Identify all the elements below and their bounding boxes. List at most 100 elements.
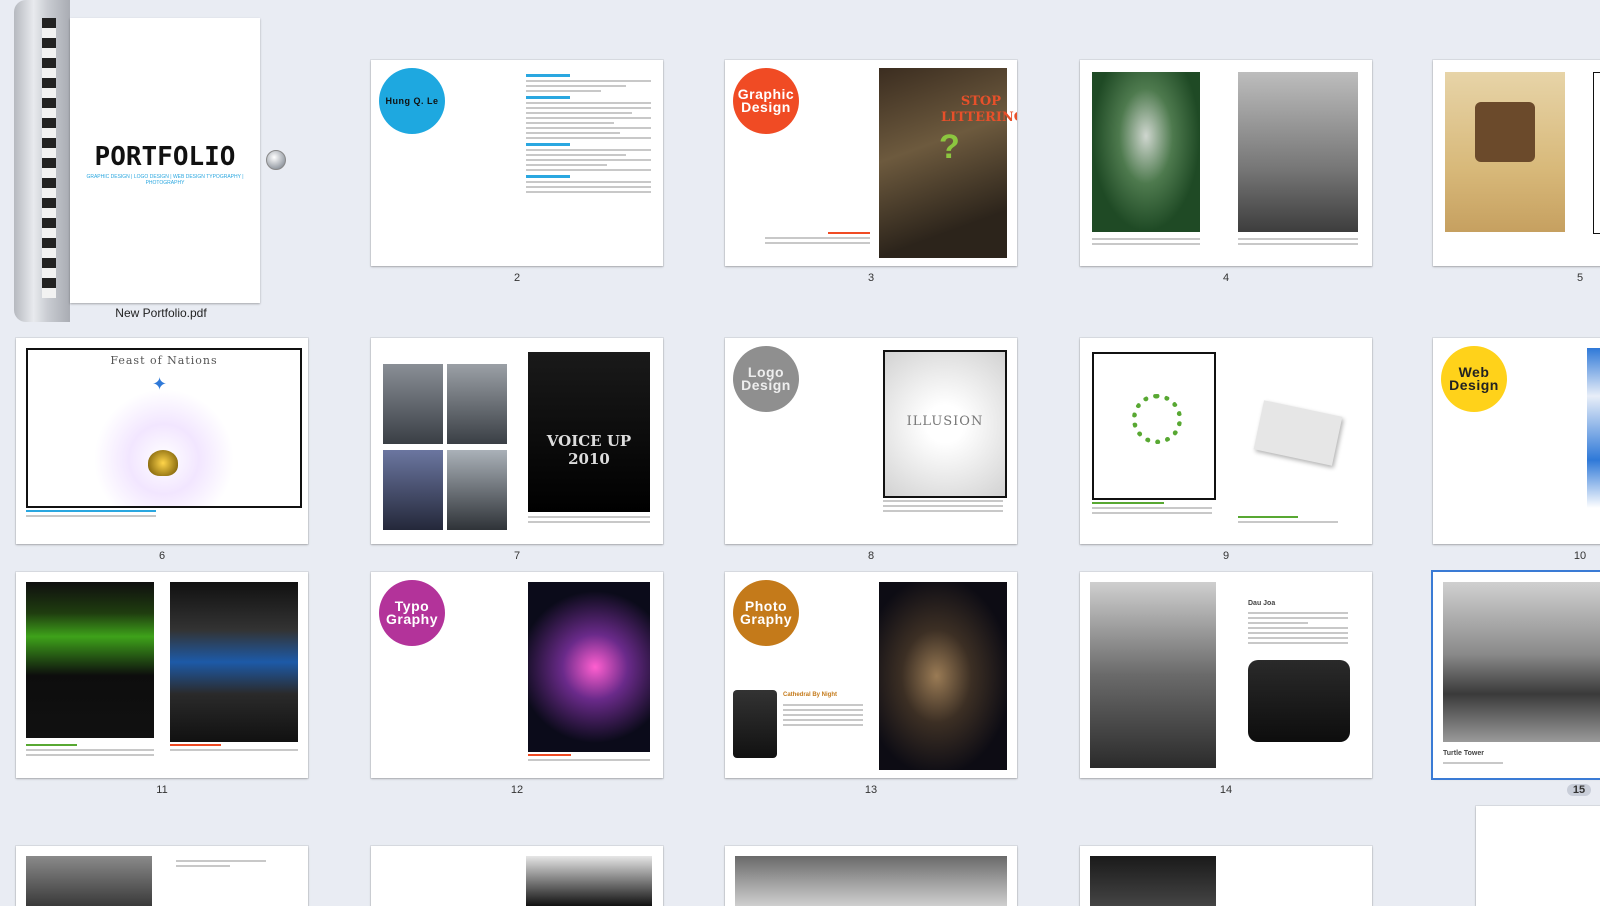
- graphic-design-text: Graphic Design: [737, 86, 795, 115]
- caption-text: [528, 754, 650, 764]
- page-thumbnail-16[interactable]: [16, 846, 308, 906]
- caption-text: [883, 500, 1003, 515]
- typography-text: Typo Graphy: [385, 598, 438, 627]
- logo-design-text: Logo Design: [741, 364, 791, 393]
- feast-banner: Feast of Nations ✦: [26, 348, 302, 508]
- stop-littering-poster: STOP LITTERING ?: [879, 68, 1017, 258]
- green-logo-icon: [1132, 394, 1182, 444]
- website-dark-1: [26, 582, 154, 738]
- page-thumbnail-13[interactable]: Photo Graphy Cathedral By Night: [725, 572, 1017, 778]
- rotate-icon[interactable]: [266, 150, 286, 170]
- cover-page: PORTFOLIO GRAPHIC DESIGN | LOGO DESIGN |…: [70, 18, 260, 303]
- page-thumbnail-17[interactable]: [371, 846, 663, 906]
- page-number-10: 10: [1573, 550, 1587, 562]
- turtle-tower-photo: [1443, 582, 1600, 742]
- poster-text: STOP LITTERING: [941, 94, 1017, 125]
- page-thumbnail-20[interactable]: [1476, 806, 1600, 906]
- page-thumbnail-9[interactable]: [1080, 338, 1372, 544]
- page-number-15: 15: [1567, 784, 1591, 796]
- resume-text: [526, 70, 651, 196]
- photo-caption: Turtle Tower: [1443, 750, 1484, 757]
- page-thumbnail-10[interactable]: Web Design: [1433, 338, 1600, 544]
- page-number-5: 5: [1576, 272, 1584, 284]
- night-photo: [1090, 856, 1216, 906]
- photography-text: Photo Graphy: [739, 598, 792, 627]
- pdf-file-icon[interactable]: PORTFOLIO GRAPHIC DESIGN | LOGO DESIGN |…: [14, 0, 286, 322]
- river-photo: [735, 856, 1007, 906]
- page-thumbnail-3[interactable]: Graphic Design STOP LITTERING ?: [725, 60, 1017, 266]
- page-number-11: 11: [156, 784, 168, 796]
- caption-text: [1092, 238, 1200, 248]
- business-cards: [1253, 400, 1343, 466]
- web-design-circle: Web Design: [1441, 346, 1507, 412]
- event-photo-1: [383, 364, 443, 444]
- graphic-design-circle: Graphic Design: [733, 68, 799, 134]
- street-market-photo: [1090, 582, 1216, 768]
- page-number-2: 2: [513, 272, 521, 284]
- page-number-7: 7: [513, 550, 521, 562]
- page-thumbnail-4[interactable]: [1080, 60, 1372, 266]
- page-thumbnail-19[interactable]: [1080, 846, 1372, 906]
- photography-circle: Photo Graphy: [733, 580, 799, 646]
- poster-title: VOICE UP 2010: [546, 432, 632, 468]
- page-thumbnail-2[interactable]: Hung Q. Le: [371, 60, 663, 266]
- page-thumbnail-12[interactable]: Typo Graphy: [371, 572, 663, 778]
- page-number-9: 9: [1222, 550, 1230, 562]
- file-name-label: New Portfolio.pdf: [115, 306, 207, 320]
- page-number-6: 6: [158, 550, 166, 562]
- caption-text: [26, 510, 156, 520]
- cover-subtitle: GRAPHIC DESIGN | LOGO DESIGN | WEB DESIG…: [86, 174, 244, 186]
- caption-text: [170, 744, 298, 754]
- next-image: [1593, 72, 1600, 234]
- name-circle: Hung Q. Le: [379, 68, 445, 134]
- binder-rings: [42, 18, 56, 298]
- event-photo-3: [383, 450, 443, 530]
- caption-text: [1443, 762, 1503, 767]
- page-thumbnail-11[interactable]: [16, 572, 308, 778]
- banner-title: Feast of Nations: [110, 354, 218, 367]
- butterfly-icon: ✦: [152, 374, 168, 394]
- page-number-14: 14: [1219, 784, 1233, 796]
- portrait-photo: [26, 856, 152, 906]
- event-photo-4: [447, 450, 507, 530]
- page-thumbnail-14[interactable]: Dau Joa: [1080, 572, 1372, 778]
- event-photo-2: [447, 364, 507, 444]
- cover-title: PORTFOLIO: [94, 142, 236, 172]
- desk-photo: [1238, 72, 1358, 232]
- page-thumbnail-5[interactable]: [1433, 60, 1600, 266]
- illustration-poster: [1445, 72, 1565, 232]
- camera-photo: [733, 690, 777, 758]
- page-thumbnail-8[interactable]: Logo Design ILLUSION: [725, 338, 1017, 544]
- logo-text: ILLUSION: [906, 414, 984, 429]
- caption-text: [1238, 516, 1338, 526]
- bowl-icon: [148, 450, 178, 476]
- logo-card: [1092, 352, 1216, 500]
- page-number-12: 12: [510, 784, 524, 796]
- page-thumbnail-15[interactable]: Turtle Tower: [1431, 570, 1600, 780]
- caption-text: [783, 704, 863, 729]
- page-number-4: 4: [1222, 272, 1230, 284]
- photo-caption: Dau Joa: [1248, 600, 1276, 607]
- cathedral-night-photo: [879, 582, 1007, 770]
- caption-text: [176, 860, 266, 870]
- voice-up-poster: VOICE UP 2010: [528, 352, 650, 512]
- typography-circle: Typo Graphy: [379, 580, 445, 646]
- page-thumbnail-7[interactable]: VOICE UP 2010: [371, 338, 663, 544]
- photo-caption: Cathedral By Night: [783, 692, 838, 698]
- caption-text: [1092, 502, 1212, 517]
- web-design-text: Web Design: [1449, 364, 1499, 393]
- caption-text: [26, 744, 154, 759]
- caption-text: [1248, 612, 1348, 647]
- smoke-poster: [1092, 72, 1200, 232]
- page-thumbnail-6[interactable]: Feast of Nations ✦: [16, 338, 308, 544]
- caption-text: [1238, 238, 1358, 248]
- page-number-13: 13: [864, 784, 878, 796]
- website-dark-2: [170, 582, 298, 742]
- logo-design-circle: Logo Design: [733, 346, 799, 412]
- page-number-3: 3: [867, 272, 875, 284]
- page-thumbnail-18[interactable]: [725, 846, 1017, 906]
- dark-photo: [526, 856, 652, 906]
- name-circle-text: Hung Q. Le: [385, 96, 439, 106]
- question-mark: ?: [939, 128, 960, 166]
- page-number-8: 8: [867, 550, 875, 562]
